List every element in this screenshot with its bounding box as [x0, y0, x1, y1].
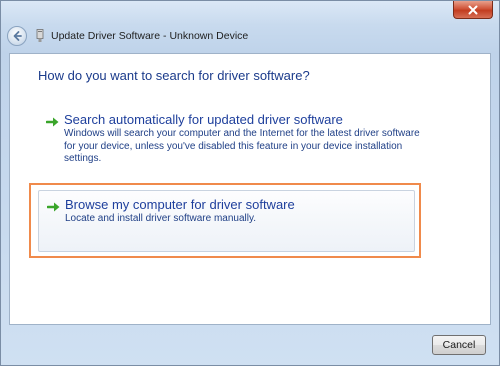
footer: Cancel [1, 325, 499, 365]
dialog-window: Update Driver Software - Unknown Device … [0, 0, 500, 366]
close-button[interactable] [453, 1, 493, 19]
device-icon [36, 29, 44, 42]
browse-computer-option[interactable]: Browse my computer for driver software L… [38, 190, 415, 252]
title-bar: Update Driver Software - Unknown Device [1, 1, 499, 53]
content-panel: How do you want to search for driver sof… [9, 53, 491, 325]
page-title: How do you want to search for driver sof… [38, 68, 310, 83]
option-title: Browse my computer for driver software [65, 197, 295, 212]
option-description: Windows will search your computer and th… [64, 128, 420, 164]
search-automatically-option[interactable]: Search automatically for updated driver … [38, 108, 438, 182]
green-arrow-icon [47, 202, 60, 212]
close-icon [468, 5, 478, 14]
back-button[interactable] [7, 26, 27, 46]
back-arrow-icon [13, 31, 22, 41]
option-title: Search automatically for updated driver … [64, 112, 343, 127]
green-arrow-icon [46, 117, 59, 127]
window-title: Update Driver Software - Unknown Device [51, 30, 249, 42]
option-description: Locate and install driver software manua… [65, 213, 257, 224]
cancel-button[interactable]: Cancel [432, 335, 486, 355]
